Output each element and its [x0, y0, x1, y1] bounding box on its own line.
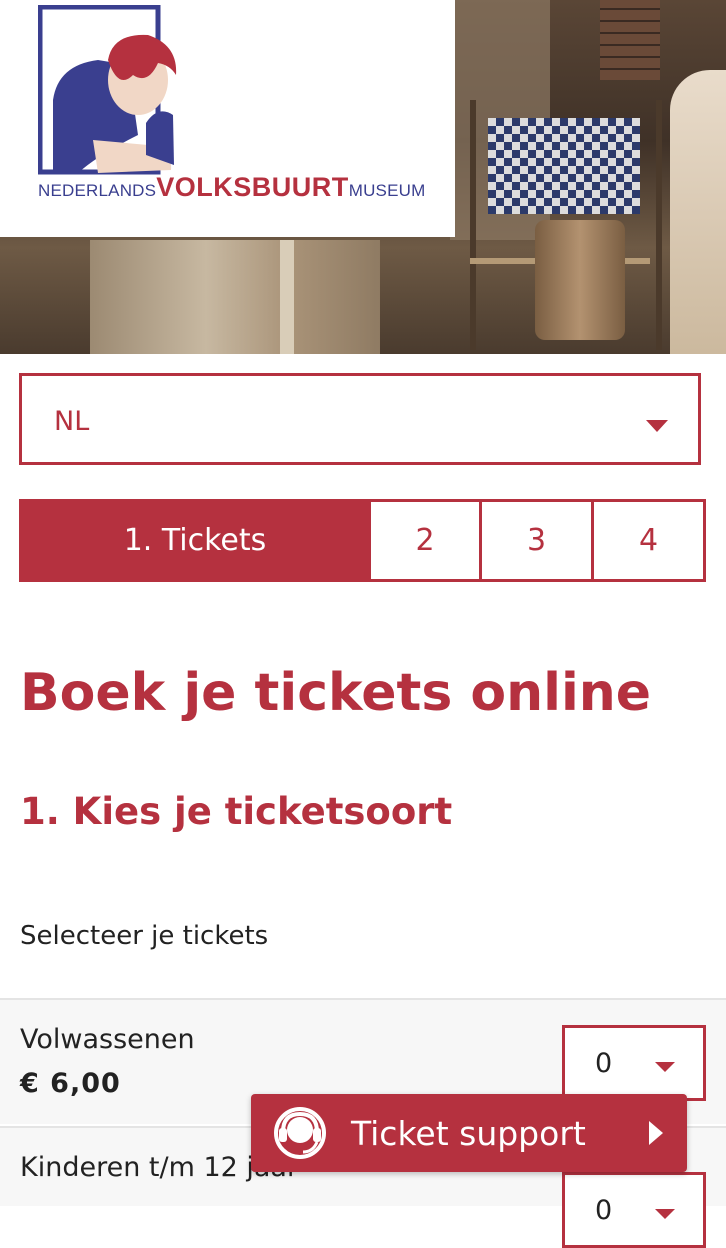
logo-prefix: NEDERLANDS	[38, 181, 157, 200]
chevron-right-icon	[649, 1121, 663, 1145]
logo-main: VOLKSBUURT	[156, 172, 349, 202]
quantity-select[interactable]: 0	[562, 1025, 706, 1101]
logo-figure-icon	[38, 5, 177, 175]
instruction-text: Selecteer je tickets	[20, 921, 269, 951]
museum-logo[interactable]: NEDERLANDSVOLKSBUURTMUSEUM	[0, 0, 455, 237]
logo-suffix: MUSEUM	[348, 181, 426, 200]
step-1-tab[interactable]: 1. Tickets	[19, 499, 371, 582]
section-title: 1. Kies je ticketsoort	[20, 790, 453, 833]
chevron-down-icon	[646, 420, 668, 432]
headset-icon	[274, 1107, 326, 1159]
ticket-name: Volwassenen	[20, 1024, 195, 1055]
step-indicator: 1. Tickets 2 3 4	[19, 499, 706, 582]
language-value: NL	[54, 406, 90, 437]
quantity-value: 0	[595, 1048, 613, 1079]
ticket-support-button[interactable]: Ticket support	[251, 1094, 687, 1172]
step-3-tab[interactable]: 3	[482, 499, 594, 582]
language-select[interactable]: NL	[19, 373, 701, 465]
chevron-down-icon	[655, 1062, 675, 1072]
chevron-down-icon	[655, 1209, 675, 1219]
quantity-select[interactable]: 0	[562, 1172, 706, 1248]
step-2-tab[interactable]: 2	[371, 499, 482, 582]
ticket-price: € 6,00	[20, 1068, 121, 1099]
page-title: Boek je tickets online	[20, 663, 652, 723]
ticket-support-label: Ticket support	[351, 1114, 586, 1153]
step-4-tab[interactable]: 4	[594, 499, 706, 582]
